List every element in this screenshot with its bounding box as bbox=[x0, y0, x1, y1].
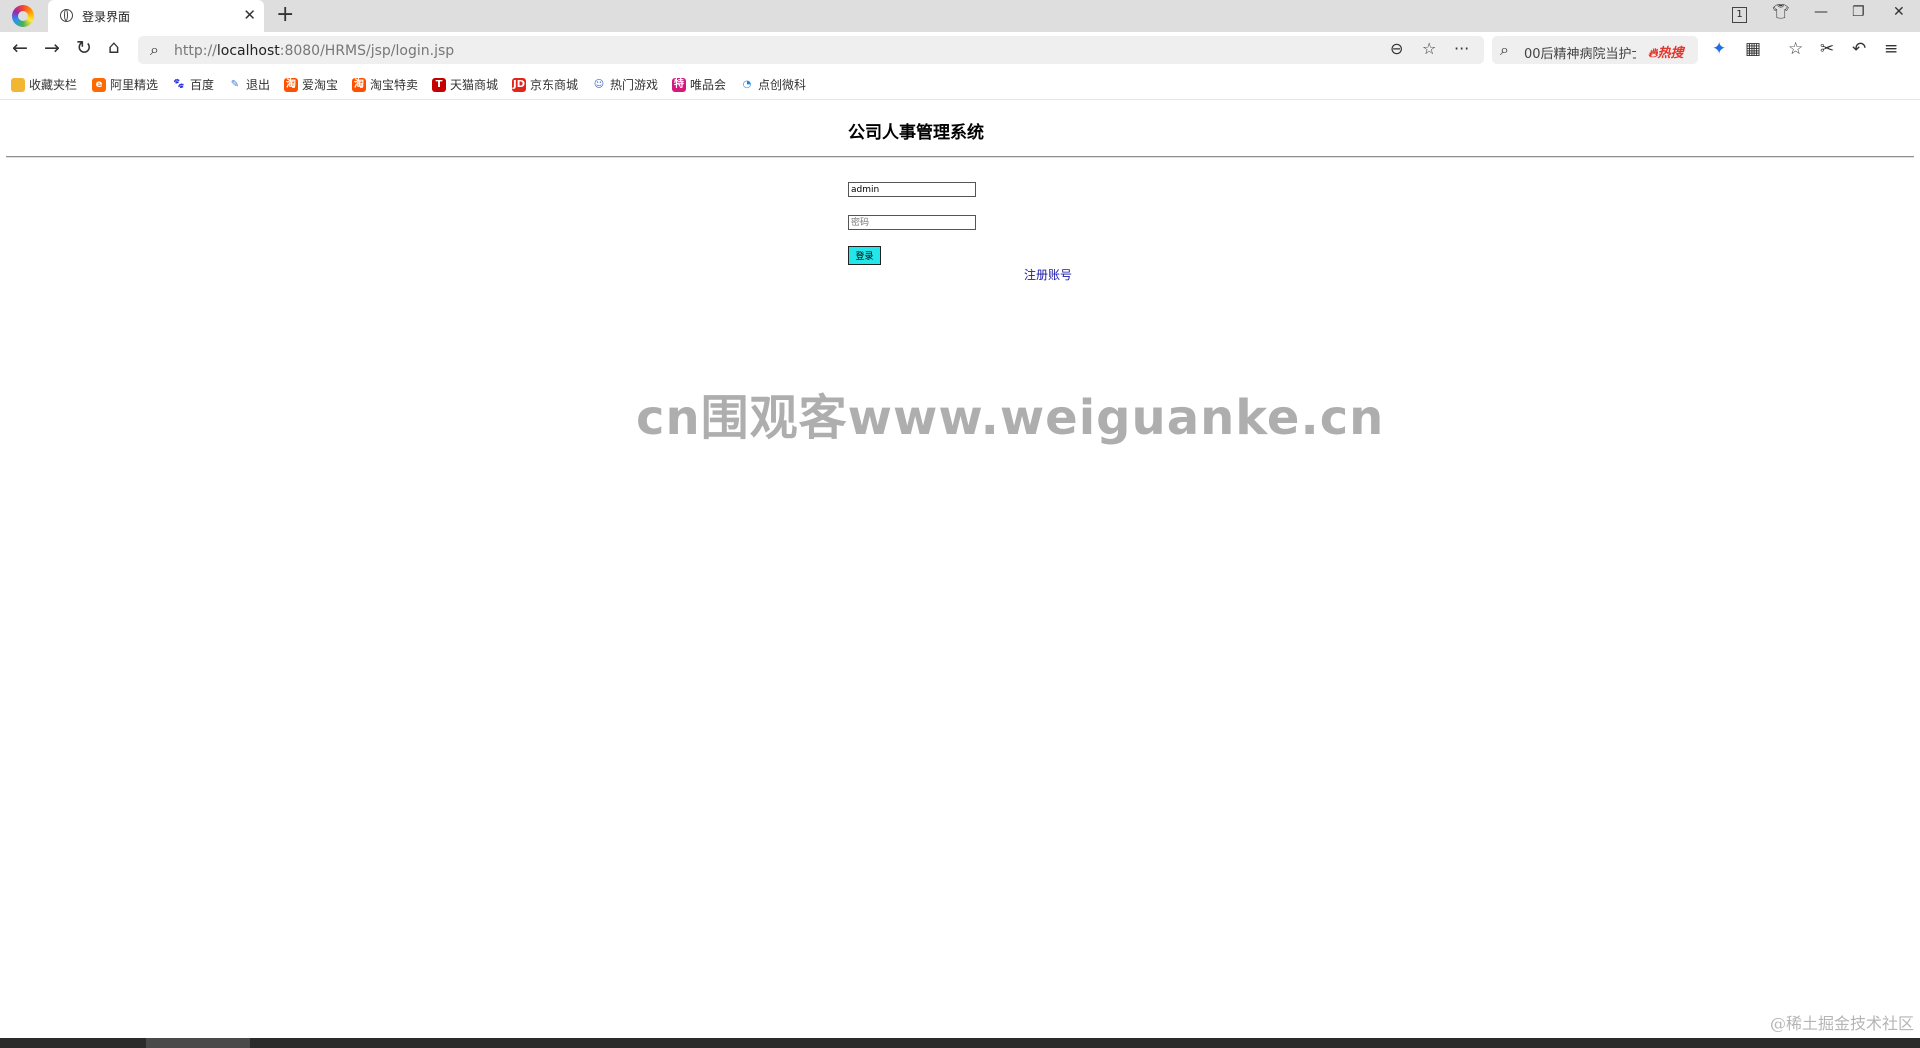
bookmark-vip[interactable]: 特唯品会 bbox=[672, 76, 726, 93]
bookmark-ali[interactable]: e 阿里精选 bbox=[92, 76, 158, 93]
restore-icon[interactable]: ❐ bbox=[1852, 4, 1865, 20]
page-title: 公司人事管理系统 bbox=[848, 123, 984, 143]
bookmark-taobao-sale[interactable]: 淘淘宝特卖 bbox=[352, 76, 418, 93]
ali-icon: e bbox=[92, 77, 106, 92]
home-icon[interactable]: ⌂ bbox=[108, 37, 119, 58]
wave-icon: ◔ bbox=[740, 77, 754, 92]
taobao-icon: 淘 bbox=[352, 77, 366, 92]
browser-window: 登录界面 ✕ + 1 👕︎ — ❐ ✕ ← → ↻ ⌂ ⌕ http://loc… bbox=[0, 0, 1920, 1048]
bookmark-label: 京东商城 bbox=[530, 78, 579, 92]
window-close-icon[interactable]: ✕ bbox=[1893, 4, 1905, 20]
bookmark-exit[interactable]: ✎ 退出 bbox=[228, 76, 270, 93]
url-scheme: http:// bbox=[174, 43, 217, 59]
page-content: 公司人事管理系统 登录 注册账号 cn围观客www.weiguanke.cn @… bbox=[0, 100, 1920, 1038]
globe-icon bbox=[60, 9, 73, 22]
bookmark-aitaobao[interactable]: 淘爱淘宝 bbox=[284, 76, 338, 93]
address-bar[interactable]: ⌕ http://localhost:8080/HRMS/jsp/login.j… bbox=[138, 36, 1484, 64]
bookmark-label: 爱淘宝 bbox=[302, 78, 339, 92]
tab-count-icon[interactable]: 1 bbox=[1732, 7, 1747, 23]
new-tab-icon[interactable]: + bbox=[276, 2, 294, 27]
bookmark-label: 阿里精选 bbox=[110, 78, 159, 92]
back-icon[interactable]: ← bbox=[12, 37, 28, 59]
more-icon[interactable]: ··· bbox=[1454, 39, 1469, 58]
search-icon: ⌕ bbox=[150, 40, 159, 59]
zoom-icon[interactable]: ⊖ bbox=[1390, 39, 1403, 58]
bookmark-dianchuang[interactable]: ◔ 点创微科 bbox=[740, 76, 806, 93]
search-suggestion: 00后精神病院当护士 bbox=[1524, 47, 1636, 62]
bookmark-label: 百度 bbox=[190, 78, 215, 92]
feather-icon: ✎ bbox=[228, 77, 242, 92]
bookmark-label: 唯品会 bbox=[690, 78, 727, 92]
baidu-icon: 🐾︎ bbox=[172, 77, 186, 92]
hot-badge-label: 热搜 bbox=[1657, 46, 1684, 61]
password-input[interactable] bbox=[848, 215, 976, 230]
folder-icon bbox=[11, 77, 25, 92]
favorites-icon[interactable]: ☆ bbox=[1788, 39, 1803, 59]
tab-strip: 登录界面 ✕ + 1 👕︎ — ❐ ✕ bbox=[0, 0, 1920, 32]
taskbar-item[interactable] bbox=[146, 1038, 250, 1048]
bookmark-baidu[interactable]: 🐾︎ 百度 bbox=[172, 76, 214, 93]
close-tab-icon[interactable]: ✕ bbox=[243, 6, 256, 24]
taobao-icon: 淘 bbox=[284, 77, 298, 92]
tmall-icon: T bbox=[432, 77, 446, 92]
bookmark-label: 天猫商城 bbox=[450, 78, 499, 92]
screenshot-icon[interactable]: ✂ bbox=[1820, 39, 1834, 59]
minimize-icon[interactable]: — bbox=[1814, 4, 1828, 20]
url-host: localhost bbox=[216, 43, 280, 59]
bookmark-label: 淘宝特卖 bbox=[370, 78, 419, 92]
star-icon[interactable]: ☆ bbox=[1422, 39, 1436, 58]
jd-icon: JD bbox=[512, 77, 526, 92]
undo-icon[interactable]: ↶ bbox=[1852, 39, 1866, 59]
login-button[interactable]: 登录 bbox=[848, 246, 881, 265]
corner-watermark: @稀土掘金技术社区 bbox=[1769, 1014, 1914, 1033]
bookmark-label: 点创微科 bbox=[758, 78, 807, 92]
skin-icon[interactable]: 👕︎ bbox=[1772, 4, 1790, 20]
search-icon: ⌕ bbox=[1500, 40, 1509, 59]
taskbar bbox=[0, 1038, 1920, 1048]
bookmark-label: 退出 bbox=[246, 78, 271, 92]
username-input[interactable] bbox=[848, 182, 976, 197]
bookmark-tmall[interactable]: T 天猫商城 bbox=[432, 76, 498, 93]
bookmark-games[interactable]: ☺ 热门游戏 bbox=[592, 76, 658, 93]
tab-login[interactable]: 登录界面 ✕ bbox=[48, 0, 264, 32]
bookmark-jd[interactable]: JD 京东商城 bbox=[512, 76, 578, 93]
watermark: cn围观客www.weiguanke.cn bbox=[636, 390, 1385, 446]
search-box[interactable]: ⌕ 00后精神病院当护士 🔥︎热搜 bbox=[1492, 36, 1698, 64]
url-path: :8080/HRMS/jsp/login.jsp bbox=[279, 43, 455, 59]
tab-title: 登录界面 bbox=[82, 10, 131, 24]
toolbar: ← → ↻ ⌂ ⌕ http://localhost:8080/HRMS/jsp… bbox=[0, 32, 1920, 68]
vip-icon: 特 bbox=[672, 77, 686, 92]
divider bbox=[6, 156, 1914, 158]
menu-icon[interactable]: ≡ bbox=[1884, 39, 1898, 59]
hot-search-badge: 🔥︎热搜 bbox=[1648, 46, 1684, 61]
browser-logo-icon[interactable] bbox=[12, 5, 34, 27]
reload-icon[interactable]: ↻ bbox=[76, 37, 92, 59]
bookmark-label: 收藏夹栏 bbox=[29, 78, 78, 92]
apps-grid-icon[interactable]: ▦ bbox=[1745, 39, 1761, 59]
extension-icon[interactable]: ✦ bbox=[1712, 39, 1726, 59]
game-icon: ☺ bbox=[592, 77, 606, 92]
url-text[interactable]: http://localhost:8080/HRMS/jsp/login.jsp bbox=[174, 43, 454, 59]
bookmark-label: 热门游戏 bbox=[610, 78, 659, 92]
bookmark-folder[interactable]: 收藏夹栏 bbox=[11, 76, 77, 93]
bookmarks-bar: 收藏夹栏 e 阿里精选 🐾︎ 百度 ✎ 退出 淘爱淘宝 淘淘宝特卖 T 天猫商城 JD 京… bbox=[0, 68, 1920, 100]
register-link[interactable]: 注册账号 bbox=[1024, 266, 1072, 283]
forward-icon[interactable]: → bbox=[44, 37, 60, 59]
